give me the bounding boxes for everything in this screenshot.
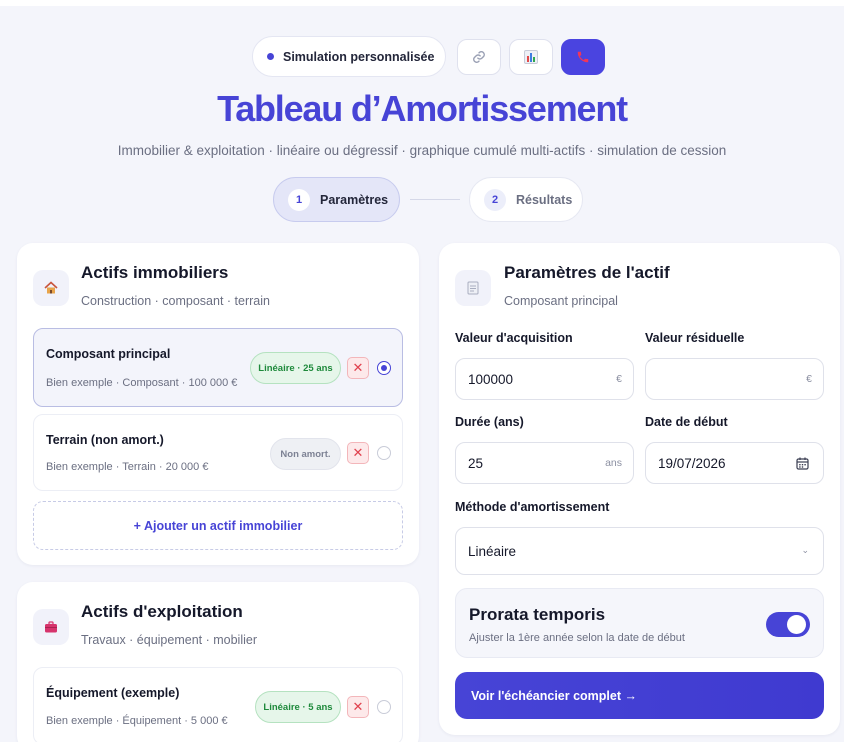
params-subtitle: Composant principal bbox=[504, 294, 618, 308]
document-icon bbox=[455, 270, 491, 306]
start-date-label: Date de début bbox=[645, 415, 728, 429]
prorata-title: Prorata temporis bbox=[469, 605, 606, 624]
method-tag: Non amort. bbox=[270, 438, 341, 470]
currency-unit: € bbox=[806, 373, 812, 385]
method-tag: Linéaire · 25 ans bbox=[250, 352, 341, 384]
asset-name: Composant principal bbox=[46, 347, 171, 361]
params-title: Paramètres de l'actif bbox=[504, 263, 670, 282]
page-title: Tableau d’Amortissement bbox=[217, 88, 628, 129]
delete-asset-button[interactable]: ✕ bbox=[347, 696, 369, 718]
page-subtitle: Immobilier & exploitation · linéaire ou … bbox=[117, 143, 727, 158]
bar-chart-icon bbox=[524, 50, 538, 64]
house-icon bbox=[33, 270, 69, 306]
operating-subtitle: Travaux · équipement · mobilier bbox=[81, 633, 257, 647]
delete-asset-button[interactable]: ✕ bbox=[347, 442, 369, 464]
calendar-icon[interactable] bbox=[796, 457, 809, 470]
residual-label: Valeur résiduelle bbox=[645, 331, 745, 345]
currency-unit: € bbox=[616, 373, 622, 385]
stepper-connector bbox=[410, 199, 460, 200]
method-select[interactable]: Linéaire ⌄ bbox=[455, 527, 824, 575]
asset-row-terrain[interactable]: Terrain (non amort.) Bien exemple · Terr… bbox=[33, 414, 403, 491]
chart-button[interactable] bbox=[509, 39, 553, 75]
prorata-toggle[interactable] bbox=[766, 612, 810, 637]
step-results[interactable]: 2 Résultats bbox=[469, 177, 583, 222]
duration-value: 25 bbox=[468, 455, 484, 471]
select-asset-radio[interactable] bbox=[377, 700, 391, 714]
asset-meta: Bien exemple · Composant · 100 000 € bbox=[46, 377, 238, 389]
asset-meta: Bien exemple · Équipement · 5 000 € bbox=[46, 715, 228, 727]
call-button[interactable] bbox=[561, 39, 605, 75]
acquisition-value-field[interactable]: 100000 € bbox=[455, 358, 634, 400]
prorata-subtitle: Ajuster la 1ère année selon la date de d… bbox=[469, 632, 685, 644]
status-dot bbox=[267, 53, 274, 60]
view-schedule-button[interactable]: Voir l'échéancier complet → bbox=[455, 672, 824, 719]
close-icon: ✕ bbox=[352, 445, 364, 460]
close-icon: ✕ bbox=[352, 360, 364, 375]
step-label: Résultats bbox=[516, 192, 573, 207]
simulation-badge: Simulation personnalisée bbox=[252, 36, 446, 77]
select-asset-radio[interactable] bbox=[377, 446, 391, 460]
phone-icon bbox=[577, 51, 589, 63]
prorata-section: Prorata temporis Ajuster la 1ère année s… bbox=[455, 588, 824, 658]
method-tag: Linéaire · 5 ans bbox=[255, 691, 341, 723]
real-estate-subtitle: Construction · composant · terrain bbox=[81, 294, 270, 308]
duration-label: Durée (ans) bbox=[455, 415, 524, 429]
duration-unit: ans bbox=[605, 457, 622, 469]
close-icon: ✕ bbox=[352, 699, 364, 714]
chevron-down-icon: ⌄ bbox=[801, 545, 809, 555]
delete-asset-button[interactable]: ✕ bbox=[347, 357, 369, 379]
add-real-estate-button[interactable]: + Ajouter un actif immobilier bbox=[33, 501, 403, 550]
acquisition-value: 100000 bbox=[468, 371, 514, 387]
acquisition-label: Valeur d'acquisition bbox=[455, 331, 573, 345]
step-number: 2 bbox=[484, 188, 506, 211]
method-value: Linéaire bbox=[468, 543, 517, 559]
step-parameters[interactable]: 1 Paramètres bbox=[273, 177, 400, 222]
step-number: 1 bbox=[288, 188, 310, 211]
operating-title: Actifs d'exploitation bbox=[81, 602, 243, 621]
asset-name: Équipement (exemple) bbox=[46, 686, 180, 700]
simulation-badge-label: Simulation personnalisée bbox=[283, 49, 435, 64]
real-estate-assets-card: Actifs immobiliers Construction · compos… bbox=[17, 243, 419, 565]
header-row: Simulation personnalisée bbox=[0, 36, 844, 77]
briefcase-icon bbox=[33, 609, 69, 645]
residual-value-field[interactable]: € bbox=[645, 358, 824, 400]
asset-name: Terrain (non amort.) bbox=[46, 433, 164, 447]
operating-assets-card: Actifs d'exploitation Travaux · équipeme… bbox=[17, 582, 419, 742]
start-date-field[interactable]: 19/07/2026 bbox=[645, 442, 824, 484]
step-label: Paramètres bbox=[320, 192, 389, 207]
asset-meta: Bien exemple · Terrain · 20 000 € bbox=[46, 461, 209, 473]
toggle-knob bbox=[787, 615, 806, 634]
real-estate-title: Actifs immobiliers bbox=[81, 263, 229, 282]
link-icon bbox=[473, 51, 485, 63]
top-bar bbox=[0, 0, 844, 6]
asset-row-composant[interactable]: Composant principal Bien exemple · Compo… bbox=[33, 328, 403, 407]
share-link-button[interactable] bbox=[457, 39, 501, 75]
duration-field[interactable]: 25 ans bbox=[455, 442, 634, 484]
select-asset-radio[interactable] bbox=[377, 361, 391, 375]
asset-parameters-card: Paramètres de l'actif Composant principa… bbox=[439, 243, 840, 735]
start-date-value: 19/07/2026 bbox=[658, 455, 726, 471]
asset-row-equipement[interactable]: Équipement (exemple) Bien exemple · Équi… bbox=[33, 667, 403, 742]
method-label: Méthode d'amortissement bbox=[455, 500, 610, 514]
